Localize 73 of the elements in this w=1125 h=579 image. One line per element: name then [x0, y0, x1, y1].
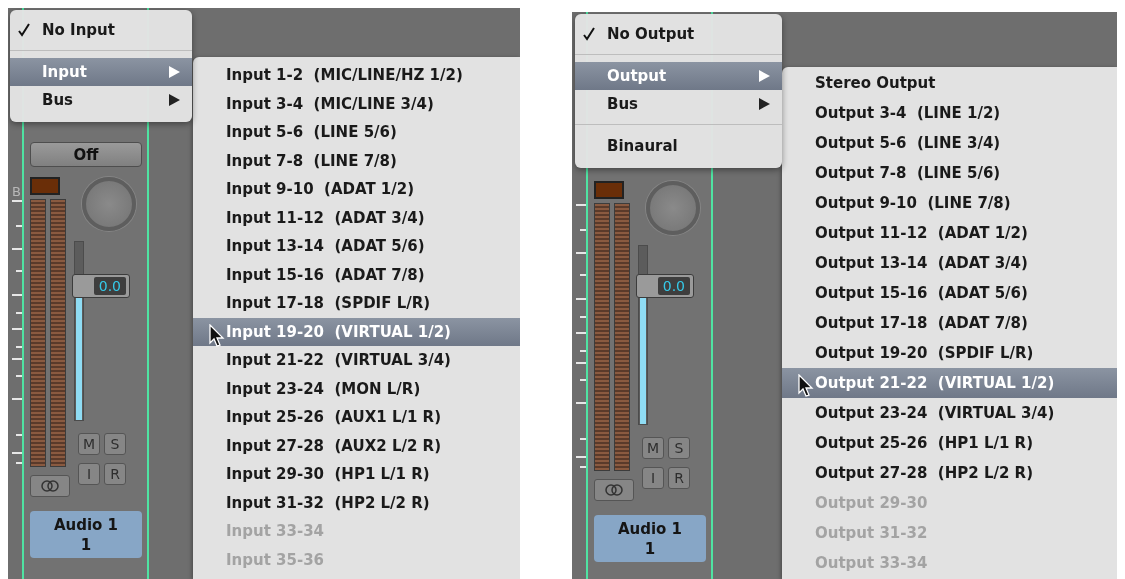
menu-item[interactable]: Binaural — [575, 132, 782, 160]
submenu-arrow-icon — [169, 66, 180, 78]
menu-item[interactable]: Input 13-14 (ADAT 5/6) — [193, 232, 520, 261]
mouse-pointer-icon — [209, 323, 225, 348]
link-icon — [39, 480, 61, 492]
menu-item[interactable]: Output 21-22 (VIRTUAL 1/2) — [782, 368, 1117, 398]
menu-item[interactable]: Input 19-20 (VIRTUAL 1/2) — [193, 317, 520, 346]
menu-item[interactable]: Input 3-4 (MIC/LINE 3/4) — [193, 89, 520, 118]
menu-item[interactable]: Output 27-28 (HP2 L/2 R) — [782, 458, 1117, 488]
menu-item[interactable]: Input 1-2 (MIC/LINE/HZ 1/2) — [193, 61, 520, 90]
menu-item[interactable]: Input 31-32 (HP2 L/2 R) — [193, 488, 520, 517]
menu-item[interactable]: Output 15-16 (ADAT 5/6) — [782, 278, 1117, 308]
menu-item[interactable]: Input 27-28 (AUX2 L/2 R) — [193, 431, 520, 460]
menu-item[interactable]: Output 11-12 (ADAT 1/2) — [782, 218, 1117, 248]
track-name: Audio 1 — [617, 518, 683, 539]
menu-item[interactable]: Input 7-8 (LINE 7/8) — [193, 146, 520, 175]
submenu-arrow-icon — [759, 70, 770, 82]
channel-toggle-button[interactable]: S — [104, 433, 126, 455]
menu-item[interactable]: Output 19-20 (SPDIF L/R) — [782, 338, 1117, 368]
volume-readout: 0.0 — [93, 277, 126, 295]
menu-item[interactable]: Input 23-24 (MON L/R) — [193, 374, 520, 403]
checkmark-icon — [583, 27, 595, 41]
channel-toggle-button[interactable]: M — [642, 437, 664, 459]
submenu-arrow-icon — [759, 98, 770, 110]
pan-knob[interactable] — [82, 177, 136, 231]
menu-item[interactable]: Input 11-12 (ADAT 3/4) — [193, 203, 520, 232]
submenu-arrow-icon — [169, 94, 180, 106]
track-name: Audio 1 — [53, 514, 119, 535]
menu-item[interactable]: Output 9-10 (LINE 7/8) — [782, 188, 1117, 218]
menu-item[interactable]: No Input — [10, 16, 192, 44]
menu-item[interactable]: Stereo Output — [782, 68, 1117, 98]
menu-item[interactable]: Input 17-18 (SPDIF L/R) — [193, 289, 520, 318]
channel-toggle-button[interactable]: M — [78, 433, 100, 455]
fader-handle[interactable]: 0.0 — [636, 274, 694, 299]
menu-item[interactable]: Input 21-22 (VIRTUAL 3/4) — [193, 346, 520, 375]
menu-item[interactable]: Bus — [10, 86, 192, 114]
menu-item[interactable]: Bus — [575, 90, 782, 118]
menu-item[interactable]: Input 25-26 (AUX1 L/1 R) — [193, 403, 520, 432]
channel-toggle-button[interactable]: S — [668, 437, 690, 459]
menu-item[interactable]: Input 5-6 (LINE 5/6) — [193, 118, 520, 147]
menu-item[interactable]: Input 15-16 (ADAT 7/8) — [193, 260, 520, 289]
volume-readout: 0.0 — [657, 277, 690, 296]
track-name-label[interactable]: Audio 1 1 — [30, 511, 142, 558]
menu-item[interactable]: Input — [10, 58, 192, 86]
menu-item[interactable]: Output 7-8 (LINE 5/6) — [782, 158, 1117, 188]
channel-toggle-button[interactable]: I — [642, 467, 664, 489]
menu-item[interactable]: Output — [575, 62, 782, 90]
mouse-pointer-icon — [798, 374, 814, 398]
menu-item[interactable]: No Output — [575, 20, 782, 48]
menu-item[interactable]: Output 17-18 (ADAT 7/8) — [782, 308, 1117, 338]
channel-toggle-button[interactable]: I — [78, 463, 100, 485]
track-name-label[interactable]: Audio 1 1 — [594, 515, 706, 562]
track-number: 1 — [80, 534, 92, 555]
scale-label: B — [12, 184, 21, 200]
off-button[interactable]: Off — [30, 142, 142, 167]
channel-toggle-button[interactable]: R — [668, 467, 690, 489]
link-icon — [603, 484, 625, 496]
fader-handle[interactable]: 0.0 — [72, 274, 130, 298]
menu-item[interactable]: Output 13-14 (ADAT 3/4) — [782, 248, 1117, 278]
pan-knob[interactable] — [646, 181, 700, 235]
menu-item[interactable]: Output 23-24 (VIRTUAL 3/4) — [782, 398, 1117, 428]
track-number: 1 — [644, 538, 656, 559]
menu-item[interactable]: Output 3-4 (LINE 1/2) — [782, 98, 1117, 128]
clip-indicator — [30, 177, 60, 195]
channel-toggle-button[interactable]: R — [104, 463, 126, 485]
menu-item[interactable]: Output 5-6 (LINE 3/4) — [782, 128, 1117, 158]
menu-item[interactable]: Input 9-10 (ADAT 1/2) — [193, 175, 520, 204]
checkmark-icon — [18, 23, 30, 37]
menu-item[interactable]: Output 25-26 (HP1 L/1 R) — [782, 428, 1117, 458]
menu-item[interactable]: Input 29-30 (HP1 L/1 R) — [193, 460, 520, 489]
clip-indicator — [594, 181, 624, 199]
link-button[interactable] — [594, 479, 634, 501]
link-button[interactable] — [30, 475, 70, 497]
